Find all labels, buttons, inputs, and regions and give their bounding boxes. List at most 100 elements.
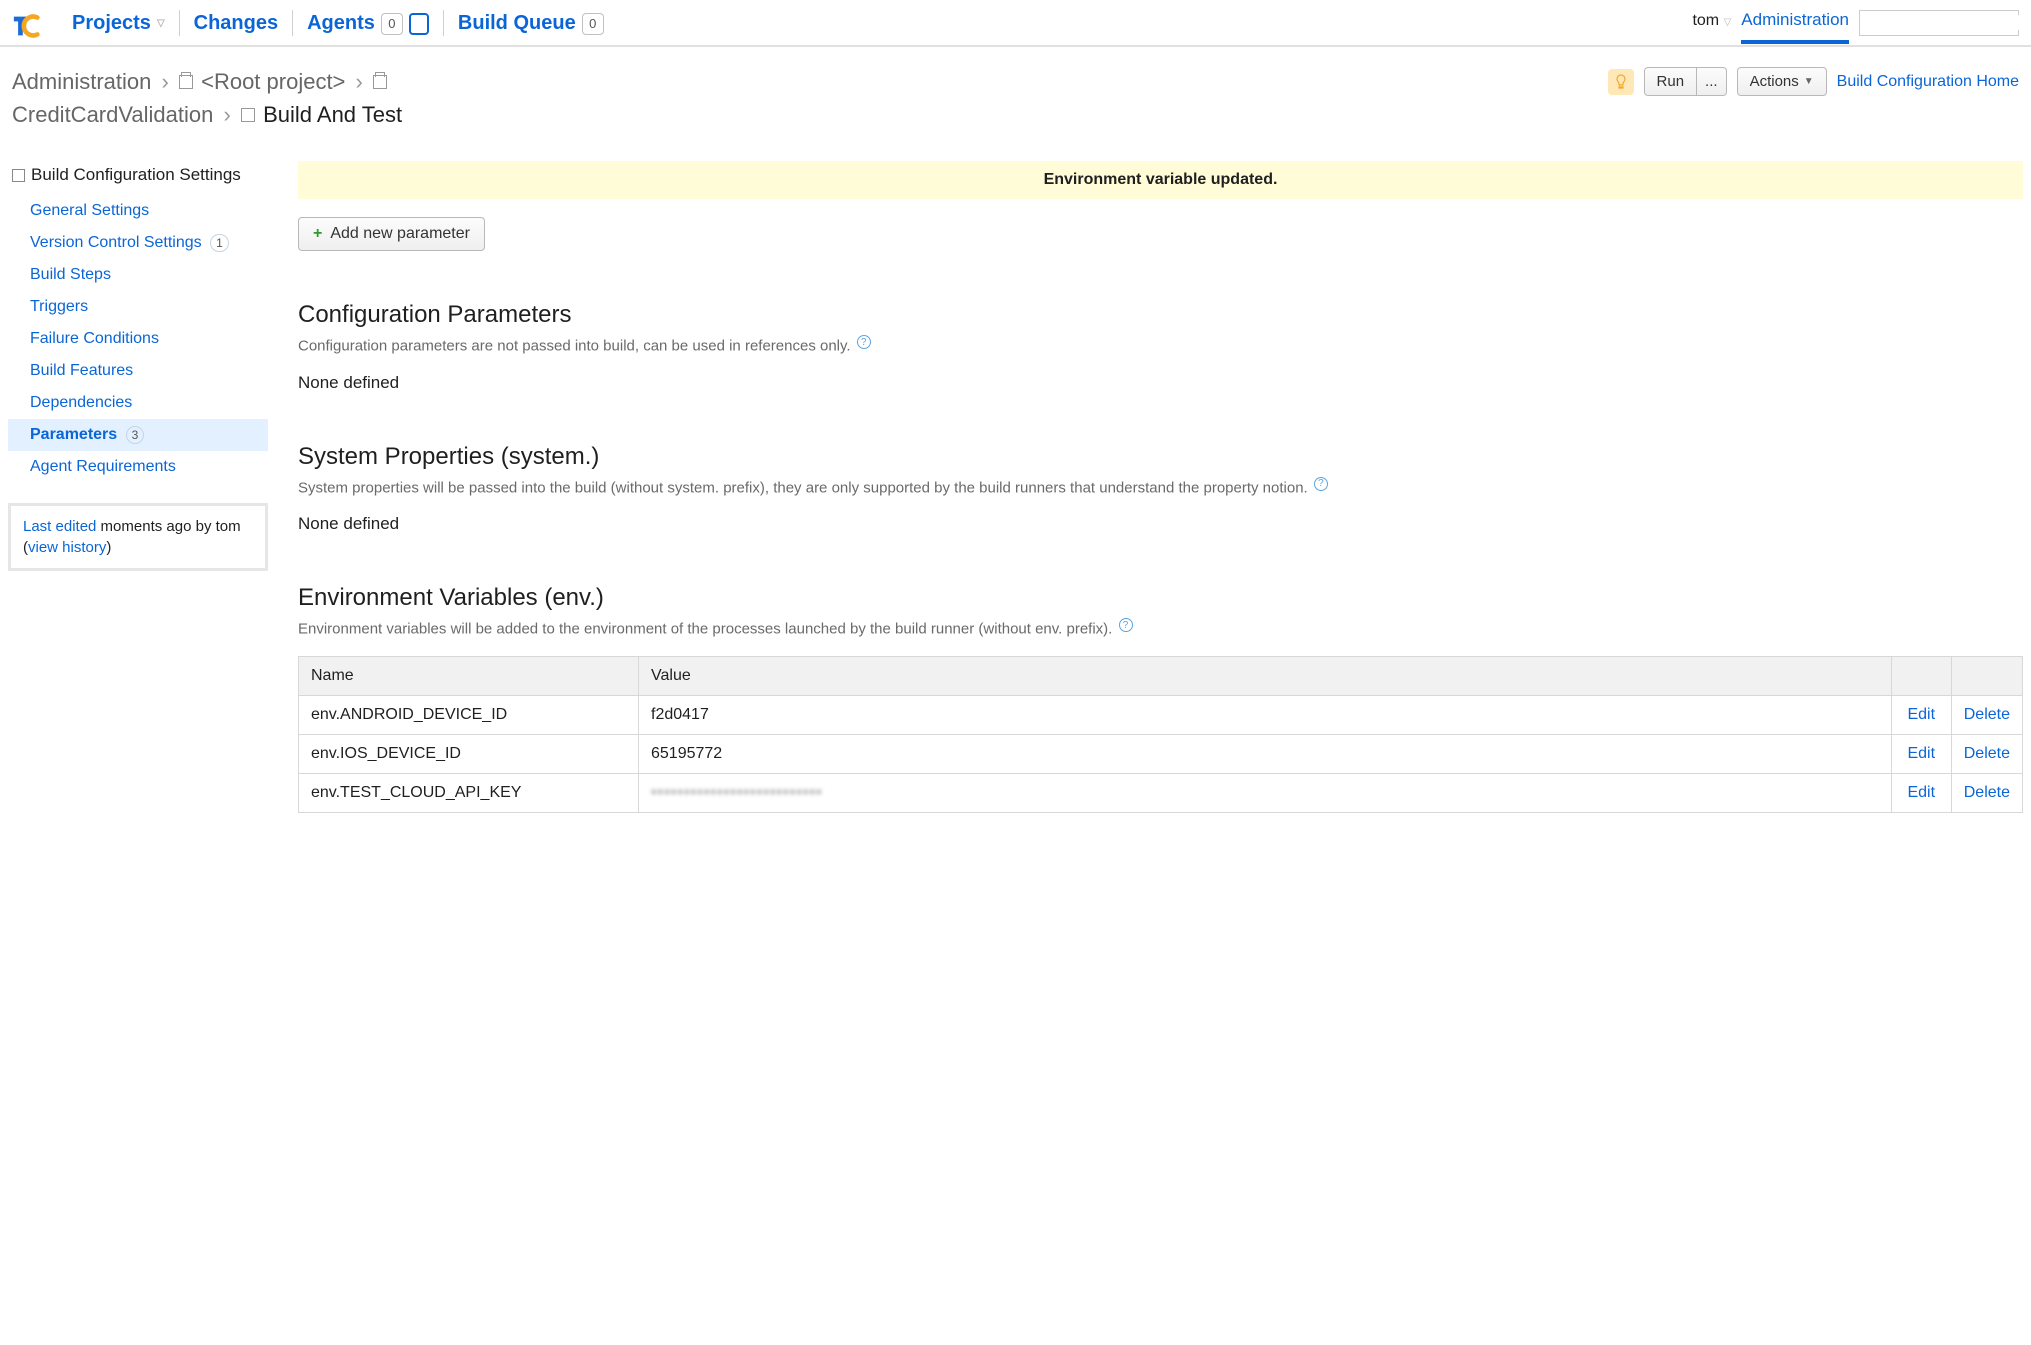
col-header-edit (1891, 656, 1951, 695)
env-vars-desc: Environment variables will be added to t… (298, 618, 2023, 638)
last-edited-link[interactable]: Last edited (23, 518, 96, 535)
sidebar-item[interactable]: Failure Conditions (8, 323, 268, 355)
breadcrumb: Administration › <Root project> › Credit… (12, 65, 1608, 131)
actions-dropdown[interactable]: Actions▼ (1737, 67, 1827, 96)
queue-count-badge: 0 (582, 13, 604, 35)
config-params-none: None defined (298, 373, 2023, 393)
folder-icon (373, 75, 387, 89)
breadcrumb-separator: › (356, 69, 363, 94)
user-menu[interactable]: tom ▽ (1692, 12, 1731, 40)
sidebar-list: General Settings Version Control Settings… (8, 195, 268, 483)
build-config-home-link[interactable]: Build Configuration Home (1837, 73, 2019, 91)
sidebar-item-label[interactable]: General Settings (30, 202, 149, 219)
help-icon[interactable]: ? (1119, 618, 1133, 632)
table-row: env.IOS_DEVICE_ID65195772EditDelete (299, 734, 2023, 773)
notice-banner: Environment variable updated. (298, 161, 2023, 199)
view-history-link[interactable]: view history (28, 539, 106, 556)
nav-build-queue[interactable]: Build Queue 0 (448, 6, 614, 45)
help-icon[interactable]: ? (857, 335, 871, 349)
breadcrumb-separator: › (162, 69, 169, 94)
run-button-group: Run ... (1644, 67, 1727, 96)
sidebar-item[interactable]: Build Steps (8, 259, 268, 291)
breadcrumb-root[interactable]: <Root project> (201, 69, 345, 94)
table-row: env.ANDROID_DEVICE_IDf2d0417 Edit Delete (299, 695, 2023, 734)
build-config-icon (241, 108, 255, 122)
nav-separator (179, 10, 180, 36)
system-props-none: None defined (298, 514, 2023, 534)
breadcrumb-current: Build And Test (263, 102, 402, 127)
nav-changes[interactable]: Changes (184, 6, 288, 45)
sidebar-item[interactable]: Triggers (8, 291, 268, 323)
add-parameter-button[interactable]: + Add new parameter (298, 217, 485, 251)
sidebar-item[interactable]: Parameters 3 (8, 419, 268, 451)
sidebar-item[interactable]: Build Features (8, 355, 268, 387)
system-props-title: System Properties (system.) (298, 443, 2023, 471)
top-nav: Projects▽ Changes Agents 0 Build Queue 0… (0, 0, 2031, 47)
sidebar-item-label[interactable]: Triggers (30, 298, 88, 315)
nav-right: tom ▽ Administration (1692, 10, 2019, 42)
chevron-down-icon: ▽ (1724, 17, 1732, 28)
search-input[interactable] (1866, 15, 2031, 30)
sidebar-item-label[interactable]: Build Steps (30, 266, 111, 283)
breadcrumb-row: Administration › <Root project> › Credit… (0, 47, 2031, 141)
param-value: 65195772 (639, 734, 1892, 773)
agents-count-badge: 0 (381, 13, 403, 35)
param-name: env.ANDROID_DEVICE_ID (299, 695, 639, 734)
col-header-delete (1951, 656, 2022, 695)
config-params-desc: Configuration parameters are not passed … (298, 335, 2023, 355)
nav-administration[interactable]: Administration (1741, 10, 1849, 44)
env-vars-table: Name Value env.ANDROID_DEVICE_IDf2d0417E… (298, 656, 2023, 813)
run-button[interactable]: Run (1644, 67, 1698, 96)
delete-link[interactable]: Delete (1964, 745, 2010, 762)
breadcrumb-project[interactable]: CreditCardValidation (12, 102, 213, 127)
system-props-desc: System properties will be passed into th… (298, 477, 2023, 497)
param-name: env.TEST_CLOUD_API_KEY (299, 773, 639, 812)
run-more-button[interactable]: ... (1697, 67, 1727, 96)
sidebar-item-badge: 3 (126, 426, 145, 444)
sidebar-item-label[interactable]: Build Features (30, 362, 133, 379)
param-value: f2d0417 (639, 695, 1892, 734)
sidebar-item-badge: 1 (210, 234, 229, 252)
col-header-name: Name (299, 656, 639, 695)
sidebar-item-label[interactable]: Dependencies (30, 394, 132, 411)
hint-bulb-icon[interactable] (1608, 69, 1634, 95)
edit-link[interactable]: Edit (1907, 706, 1935, 723)
build-config-icon (12, 169, 25, 182)
teamcity-logo-icon (12, 11, 42, 41)
sidebar-item[interactable]: Agent Requirements (8, 451, 268, 483)
chevron-down-icon: ▽ (157, 18, 165, 29)
search-box[interactable] (1859, 10, 2019, 36)
agents-empty-badge (409, 13, 429, 35)
env-vars-title: Environment Variables (env.) (298, 584, 2023, 612)
delete-link[interactable]: Delete (1964, 706, 2010, 723)
breadcrumb-separator: › (224, 102, 231, 127)
folder-icon (179, 75, 193, 89)
sidebar-title: Build Configuration Settings (8, 161, 268, 195)
edit-link[interactable]: Edit (1907, 784, 1935, 801)
nav-agents[interactable]: Agents 0 (297, 6, 439, 45)
sidebar-item-label[interactable]: Agent Requirements (30, 458, 176, 475)
nav-projects[interactable]: Projects▽ (62, 6, 175, 45)
last-edited-suffix: ) (106, 539, 111, 556)
nav-left: Projects▽ Changes Agents 0 Build Queue 0 (62, 6, 1692, 45)
sidebar-item[interactable]: Dependencies (8, 387, 268, 419)
page-layout: Build Configuration Settings General Set… (0, 141, 2031, 833)
breadcrumb-admin[interactable]: Administration (12, 69, 151, 94)
sidebar-item-label[interactable]: Failure Conditions (30, 330, 159, 347)
nav-separator (292, 10, 293, 36)
plus-icon: + (313, 225, 322, 243)
delete-link[interactable]: Delete (1964, 784, 2010, 801)
param-value: •••••••••••••••••••••••••• (639, 773, 1892, 812)
sidebar-item[interactable]: General Settings (8, 195, 268, 227)
help-icon[interactable]: ? (1314, 477, 1328, 491)
system-props-section: System Properties (system.) System prope… (298, 443, 2023, 535)
table-row: env.TEST_CLOUD_API_KEY••••••••••••••••••… (299, 773, 2023, 812)
sidebar-item-label[interactable]: Parameters (30, 426, 117, 443)
sidebar-item-label[interactable]: Version Control Settings (30, 234, 202, 251)
config-params-title: Configuration Parameters (298, 301, 2023, 329)
main-content: Environment variable updated. + Add new … (298, 161, 2023, 813)
logo[interactable] (12, 11, 42, 41)
edit-link[interactable]: Edit (1907, 745, 1935, 762)
env-vars-section: Environment Variables (env.) Environment… (298, 584, 2023, 813)
sidebar-item[interactable]: Version Control Settings 1 (8, 227, 268, 259)
